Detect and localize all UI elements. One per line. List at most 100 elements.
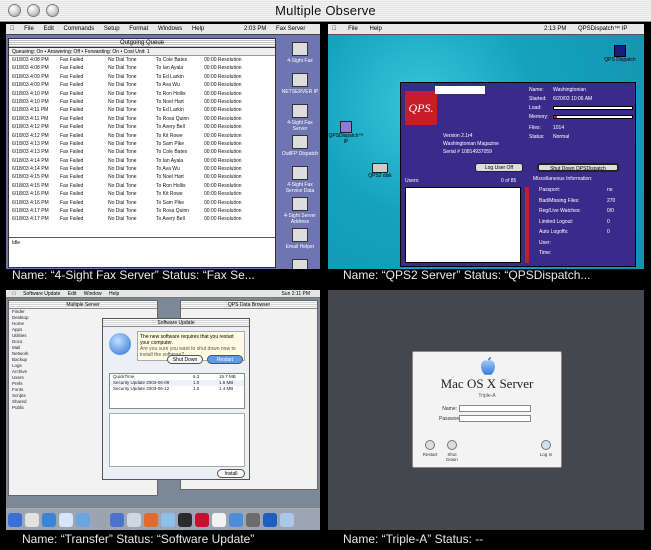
queue-row[interactable]: 6/18/03 4:11 PM Fax Failed No Dial Tone To …	[9, 106, 275, 114]
apple-menu-icon[interactable]: 	[332, 26, 337, 32]
files-value: 1014	[553, 125, 565, 131]
dock-app-icon[interactable]	[76, 513, 90, 527]
queue-list[interactable]: 6/18/03 4:08 PM Fax Failed No Dial Tone To …	[9, 56, 275, 224]
menu-windows[interactable]: Windows	[158, 24, 182, 35]
dock-app-icon[interactable]	[161, 513, 175, 527]
apple-menu-icon[interactable]: 	[10, 24, 15, 35]
desktop-icon[interactable]: 4-Sight Fax Service Data	[280, 166, 320, 194]
desktop-icon[interactable]: 4-Sight Fax	[280, 42, 320, 70]
users-scrollbar[interactable]	[525, 187, 529, 263]
queue-row[interactable]: 6/18/03 4:16 PM Fax Failed No Dial Tone To …	[9, 199, 275, 207]
qps-app-icon[interactable]: QPSDispatch™ IP	[328, 121, 366, 145]
restart-button[interactable]: Restart	[207, 355, 243, 364]
menu-edit[interactable]: Edit	[68, 291, 77, 297]
queue-row[interactable]: 6/18/03 4:08 PM Fax Failed No Dial Tone To …	[9, 56, 275, 64]
queue-row[interactable]: 6/18/03 4:09 PM Fax Failed No Dial Tone To …	[9, 73, 275, 81]
dock-app-icon[interactable]	[59, 513, 73, 527]
menu-help[interactable]: Help	[192, 24, 204, 35]
qps-caption: Name: “QPS2 Server” Status: “QPSDispatch…	[343, 268, 591, 282]
queue-row[interactable]: 6/18/03 4:10 PM Fax Failed No Dial Tone To …	[9, 98, 275, 106]
queue-row[interactable]: 6/18/03 4:14 PM Fax Failed No Dial Tone To …	[9, 165, 275, 173]
menu-help[interactable]: Help	[109, 291, 119, 297]
observer-screen-triple-a[interactable]: Mac OS X Server Triple-A Name: Password:…	[328, 290, 644, 530]
updates-table[interactable]: QuickTime 6.3 15.7 MB Security Update 2003-…	[109, 373, 245, 409]
qps-dispatch-icon[interactable]: QPS Dispatch	[600, 45, 640, 63]
apple-menu-icon[interactable]: 	[12, 291, 16, 297]
desktop-icon[interactable]: NETSERVER IP	[280, 73, 320, 101]
queue-cell: Fax Failed	[60, 149, 84, 156]
queue-cell: Fax Failed	[60, 65, 84, 72]
shut-down-qps-button[interactable]: Shut Down QPSDispatch	[537, 163, 619, 172]
dock-app-icon[interactable]	[212, 513, 226, 527]
qps-disk-icon[interactable]: QPS2 disk	[360, 163, 400, 179]
dock-app-icon[interactable]	[93, 513, 107, 527]
queue-row[interactable]: 6/18/03 4:12 PM Fax Failed No Dial Tone To …	[9, 132, 275, 140]
desktop-icon[interactable]: 4-Sight Fax Server	[280, 104, 320, 132]
alert-message: The new software requires that you resta…	[140, 334, 234, 346]
queue-row[interactable]: 6/18/03 4:13 PM Fax Failed No Dial Tone To …	[9, 148, 275, 156]
menu-setup[interactable]: Setup	[104, 24, 120, 35]
menu-software-update[interactable]: Software Update	[23, 291, 60, 297]
file-icon	[292, 42, 308, 56]
desktop-icon[interactable]: Email Helper	[280, 228, 320, 256]
dock-app-icon[interactable]	[178, 513, 192, 527]
triple-a-caption: Name: “Triple-A” Status: --	[343, 532, 484, 546]
log-user-off-button[interactable]: Log User Off	[475, 163, 523, 172]
menu-format[interactable]: Format	[129, 24, 148, 35]
update-row[interactable]: Security Update 2003-06-12 1.0 1.4 MB	[110, 386, 244, 392]
dock-app-icon[interactable]	[246, 513, 260, 527]
queue-cell: 6/18/03 4:14 PM	[12, 157, 49, 164]
desktop-icon-label: NETSERVER IP	[281, 89, 319, 95]
dock-app-icon[interactable]	[280, 513, 294, 527]
qps-logo: QPS.	[405, 91, 437, 125]
queue-row[interactable]: 6/18/03 4:10 PM Fax Failed No Dial Tone To …	[9, 90, 275, 98]
dock-app-icon[interactable]	[195, 513, 209, 527]
dock-app-icon[interactable]	[8, 513, 22, 527]
menu-window[interactable]: Window	[84, 291, 102, 297]
queue-row[interactable]: 6/18/03 4:15 PM Fax Failed No Dial Tone To …	[9, 173, 275, 181]
qps-version: Version 2.1r4	[443, 133, 473, 139]
desktop-icon[interactable]: OutlFP Dispatch	[280, 135, 320, 163]
name-field[interactable]	[459, 405, 531, 412]
queue-row[interactable]: 6/18/03 4:11 PM Fax Failed No Dial Tone To …	[9, 115, 275, 123]
menu-help[interactable]: Help	[370, 26, 382, 32]
menu-commands[interactable]: Commands	[64, 24, 95, 35]
shut-down-button[interactable]: Shut Down	[167, 355, 203, 364]
outgoing-queue-window[interactable]: Outgoing Queue Queueing: On • Answering:…	[8, 38, 276, 268]
queue-row[interactable]: 6/18/03 4:14 PM Fax Failed No Dial Tone To …	[9, 157, 275, 165]
software-update-window[interactable]: Software Update The new software require…	[102, 318, 250, 480]
misc-value: no	[607, 187, 613, 193]
observer-screen-fax[interactable]:  File Edit Commands Setup Format Window…	[6, 24, 320, 269]
install-button[interactable]: Install	[217, 469, 245, 478]
name-label: Name:	[529, 87, 544, 93]
restart-button[interactable]	[425, 440, 435, 450]
observer-screen-qps[interactable]:  File Help 2:13 PM QPSDispatch™ IP QPS …	[328, 24, 644, 269]
queue-row[interactable]: 6/18/03 4:17 PM Fax Failed No Dial Tone To …	[9, 215, 275, 223]
menu-file[interactable]: File	[24, 24, 34, 35]
users-list[interactable]	[405, 187, 521, 263]
dock-app-icon[interactable]	[144, 513, 158, 527]
dock-app-icon[interactable]	[110, 513, 124, 527]
dock-app-icon[interactable]	[42, 513, 56, 527]
desktop-icon[interactable]: 4-Sight Server Address	[280, 197, 320, 225]
queue-row[interactable]: 6/18/03 4:16 PM Fax Failed No Dial Tone To …	[9, 190, 275, 198]
dock-app-icon[interactable]	[263, 513, 277, 527]
observer-screen-transfer[interactable]:  Software Update Edit Window Help Sun 2…	[6, 290, 320, 530]
dock-app-icon[interactable]	[25, 513, 39, 527]
shut-down-button[interactable]	[447, 440, 457, 450]
queue-row[interactable]: 6/18/03 4:13 PM Fax Failed No Dial Tone To …	[9, 140, 275, 148]
log-in-button[interactable]	[541, 440, 551, 450]
queue-row[interactable]: 6/18/03 4:12 PM Fax Failed No Dial Tone To …	[9, 123, 275, 131]
dock-app-icon[interactable]	[229, 513, 243, 527]
queue-row[interactable]: 6/18/03 4:09 PM Fax Failed No Dial Tone To …	[9, 81, 275, 89]
queue-cell: 6/18/03 4:17 PM	[12, 216, 49, 223]
menu-file[interactable]: File	[348, 26, 358, 32]
queue-row[interactable]: 6/18/03 4:17 PM Fax Failed No Dial Tone To …	[9, 207, 275, 215]
dock-app-icon[interactable]	[127, 513, 141, 527]
menu-edit[interactable]: Edit	[44, 24, 54, 35]
queue-row[interactable]: 6/18/03 4:15 PM Fax Failed No Dial Tone To …	[9, 182, 275, 190]
password-field[interactable]	[459, 415, 531, 422]
file-icon	[292, 135, 308, 149]
queue-row[interactable]: 6/18/03 4:08 PM Fax Failed No Dial Tone To …	[9, 64, 275, 72]
dock[interactable]	[6, 508, 320, 530]
